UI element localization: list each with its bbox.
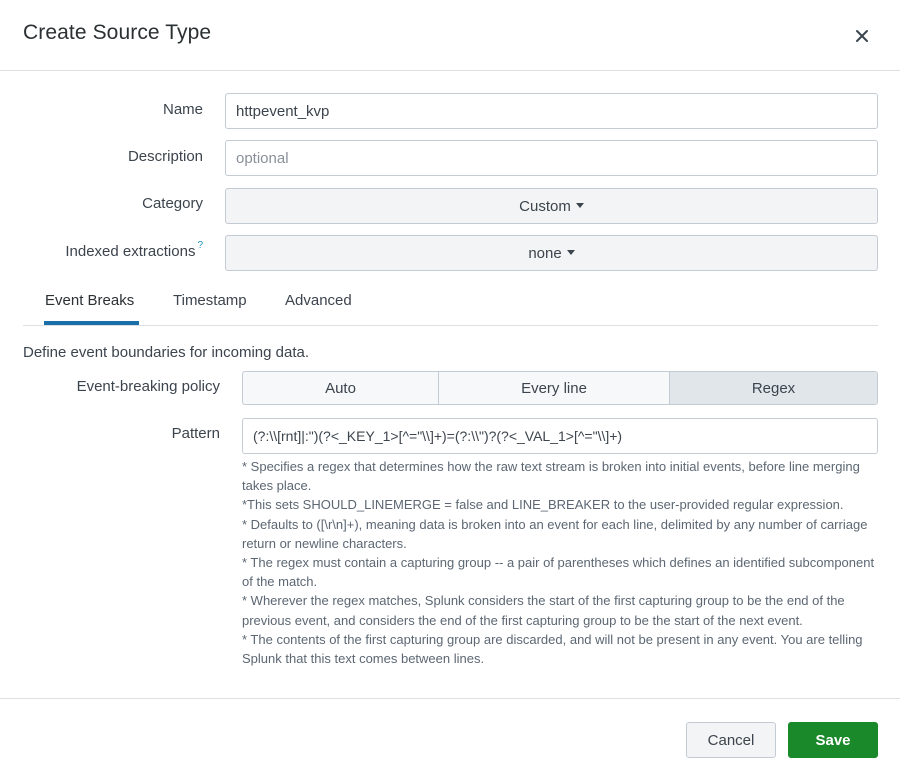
event-breaks-description: Define event boundaries for incoming dat… bbox=[23, 344, 310, 361]
category-dropdown[interactable]: Custom bbox=[225, 188, 878, 224]
description-input[interactable] bbox=[225, 140, 878, 176]
help-line: *This sets SHOULD_LINEMERGE = false and … bbox=[242, 497, 844, 513]
dialog-title: Create Source Type bbox=[23, 21, 212, 44]
caret-down-icon bbox=[566, 249, 575, 255]
category-label: Category bbox=[142, 195, 203, 212]
pattern-help-text: * Specifies a regex that determines how … bbox=[242, 457, 882, 668]
description-label: Description bbox=[127, 148, 203, 165]
active-tab-indicator bbox=[44, 321, 139, 325]
indexed-extractions-dropdown[interactable]: none bbox=[225, 235, 878, 271]
tab-advanced[interactable]: Advanced bbox=[285, 292, 352, 309]
tab-bar: Event Breaks Timestamp Advanced bbox=[23, 286, 878, 326]
policy-auto-button[interactable]: Auto bbox=[243, 372, 439, 404]
event-breaking-policy-control: Auto Every line Regex bbox=[242, 371, 878, 405]
dialog-header: Create Source Type bbox=[0, 0, 900, 71]
caret-down-icon bbox=[575, 202, 584, 208]
policy-regex-button[interactable]: Regex bbox=[670, 372, 877, 404]
event-breaking-policy-label: Event-breaking policy bbox=[76, 378, 220, 395]
help-icon[interactable]: ? bbox=[197, 240, 203, 251]
tab-timestamp[interactable]: Timestamp bbox=[173, 292, 247, 309]
indexed-extractions-label: Indexed extractions? bbox=[20, 240, 203, 260]
tab-event-breaks[interactable]: Event Breaks bbox=[45, 292, 134, 309]
help-line: * Defaults to ([\r\n]+), meaning data is… bbox=[242, 516, 868, 551]
indexed-extractions-value: none bbox=[528, 244, 562, 262]
cancel-button[interactable]: Cancel bbox=[686, 722, 776, 758]
name-label: Name bbox=[162, 101, 203, 118]
help-line: * Specifies a regex that determines how … bbox=[242, 459, 860, 494]
save-button[interactable]: Save bbox=[788, 722, 878, 758]
category-value: Custom bbox=[519, 197, 571, 215]
policy-every-line-button[interactable]: Every line bbox=[439, 372, 670, 404]
close-icon[interactable] bbox=[850, 24, 874, 48]
help-line: * The regex must contain a capturing gro… bbox=[242, 555, 875, 590]
pattern-input[interactable] bbox=[242, 418, 878, 454]
name-input[interactable] bbox=[225, 93, 878, 129]
pattern-label: Pattern bbox=[171, 425, 220, 442]
help-line: * The contents of the first capturing gr… bbox=[242, 631, 863, 667]
indexed-extractions-label-text: Indexed extractions bbox=[65, 243, 196, 260]
help-line: * Wherever the regex matches, Splunk con… bbox=[242, 593, 845, 628]
